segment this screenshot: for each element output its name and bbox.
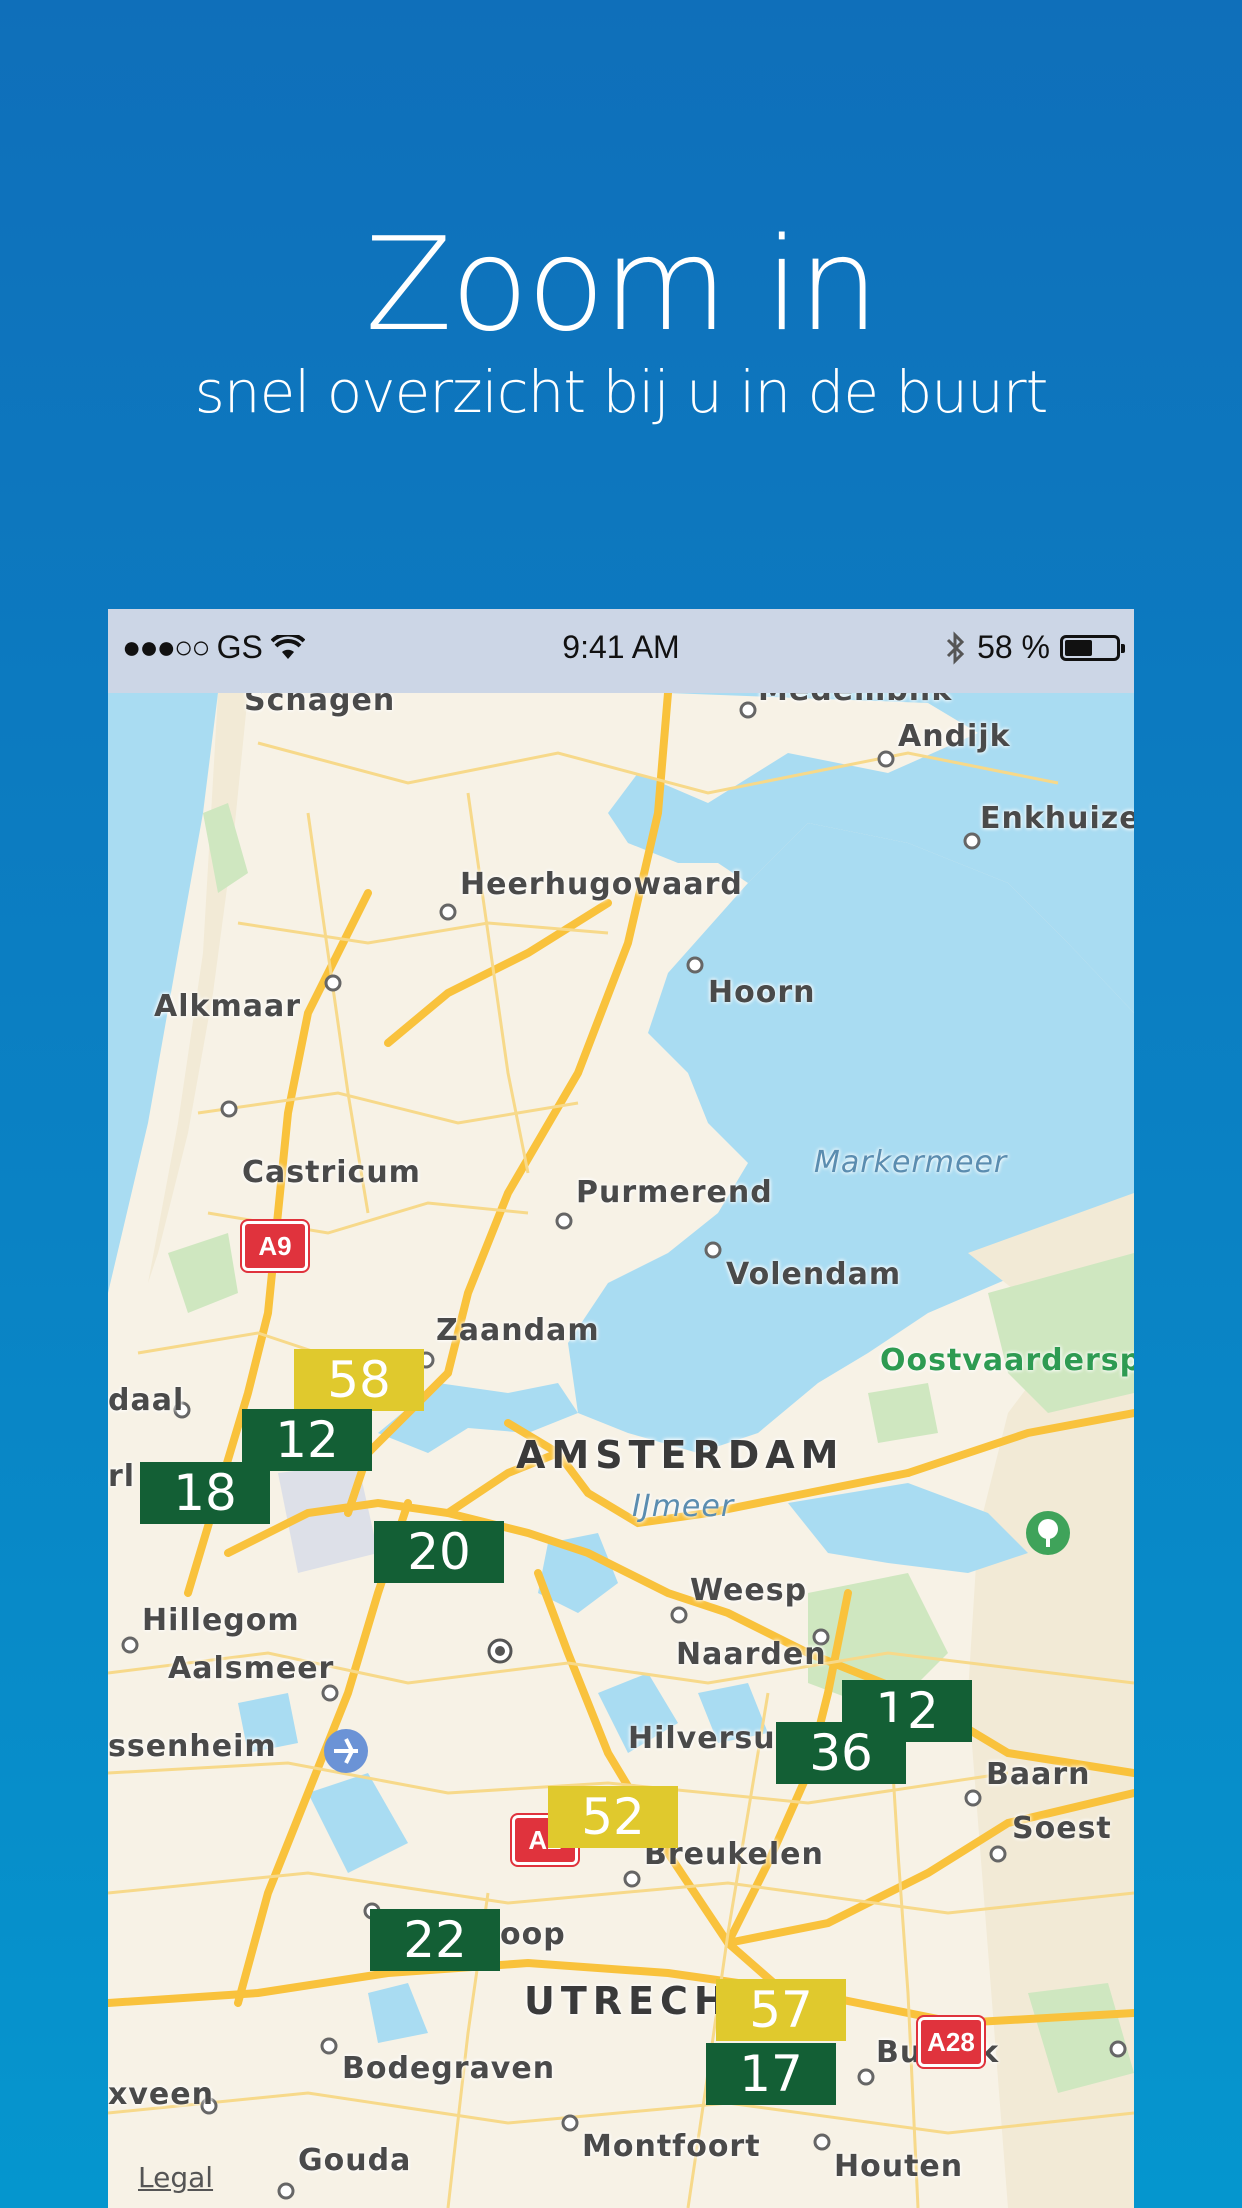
- hero-subtitle: snel overzicht bij u in de buurt: [194, 358, 1049, 426]
- place-alkmaar: Alkmaar: [154, 989, 301, 1024]
- place-purmerend: Purmerend: [576, 1175, 773, 1210]
- map-marker[interactable]: 36: [776, 1722, 906, 1784]
- place-weesp: Weesp: [690, 1573, 808, 1608]
- place-soest: Soest: [1012, 1811, 1112, 1846]
- place-andijk: Andijk: [898, 719, 1011, 754]
- place-amsterdam: AMSTERDAM: [516, 1433, 845, 1477]
- place-castricum: Castricum: [242, 1155, 421, 1190]
- legal-link[interactable]: Legal: [138, 2161, 213, 2194]
- hero-title: Zoom in: [364, 211, 879, 360]
- place-houten: Houten: [834, 2149, 964, 2184]
- place-sassenheim: ssenheim: [108, 1729, 277, 1764]
- park-oostvaardersplassen: Oostvaardersplassen: [880, 1343, 1134, 1378]
- battery-icon: [1060, 634, 1125, 661]
- road-sign-a9: A9: [240, 1219, 310, 1273]
- map-marker[interactable]: 22: [370, 1909, 500, 1971]
- map-marker[interactable]: 52: [548, 1786, 678, 1848]
- map-marker[interactable]: 18: [140, 1462, 270, 1524]
- place-hoorn: Hoorn: [708, 975, 816, 1010]
- place-medemblik: Medemblik: [758, 693, 952, 708]
- place-naarden: Naarden: [676, 1637, 827, 1672]
- place-enkhuizen: Enkhuizen: [980, 801, 1134, 836]
- water-ijmeer: IJmeer: [632, 1489, 735, 1524]
- place-heerhugowaard: Heerhugowaard: [460, 867, 743, 902]
- water-markermeer: Markermeer: [814, 1145, 1008, 1180]
- place-haarlem-l: rl: [108, 1459, 136, 1494]
- place-bodegraven: Bodegraven: [342, 2051, 556, 2086]
- place-utrecht: UTRECH: [524, 1979, 732, 2023]
- place-woerden-partial: oop: [500, 1917, 566, 1952]
- place-hillegom: Hillegom: [142, 1603, 300, 1638]
- place-schagen: Schagen: [244, 693, 396, 718]
- place-haarlem-partial: daal: [108, 1383, 185, 1418]
- map-view[interactable]: Schagen Medemblik Andijk Enkhuizen Heerh…: [108, 693, 1134, 2208]
- status-bar: ●●●○○ GS 9:41 AM 58 %: [108, 609, 1134, 693]
- place-baarn: Baarn: [986, 1757, 1091, 1792]
- bluetooth-icon: [947, 630, 965, 665]
- place-montfoort: Montfoort: [582, 2129, 761, 2164]
- map-marker[interactable]: 17: [706, 2043, 836, 2105]
- map-marker[interactable]: 57: [716, 1979, 846, 2041]
- place-aalsmeer: Aalsmeer: [168, 1651, 335, 1686]
- place-alphen: xveen: [108, 2077, 214, 2112]
- phone-screen: ●●●○○ GS 9:41 AM 58 % Schagen Andijk Enk…: [108, 609, 1134, 2208]
- battery-percentage: 58 %: [977, 629, 1050, 665]
- place-zaandam: Zaandam: [436, 1313, 600, 1348]
- map-marker[interactable]: 58: [294, 1349, 424, 1411]
- map-marker[interactable]: 20: [374, 1521, 504, 1583]
- place-hilversum: Hilversu: [628, 1721, 776, 1756]
- road-sign-a28: A28: [916, 2015, 986, 2069]
- place-volendam: Volendam: [726, 1257, 902, 1292]
- place-gouda: Gouda: [298, 2143, 412, 2178]
